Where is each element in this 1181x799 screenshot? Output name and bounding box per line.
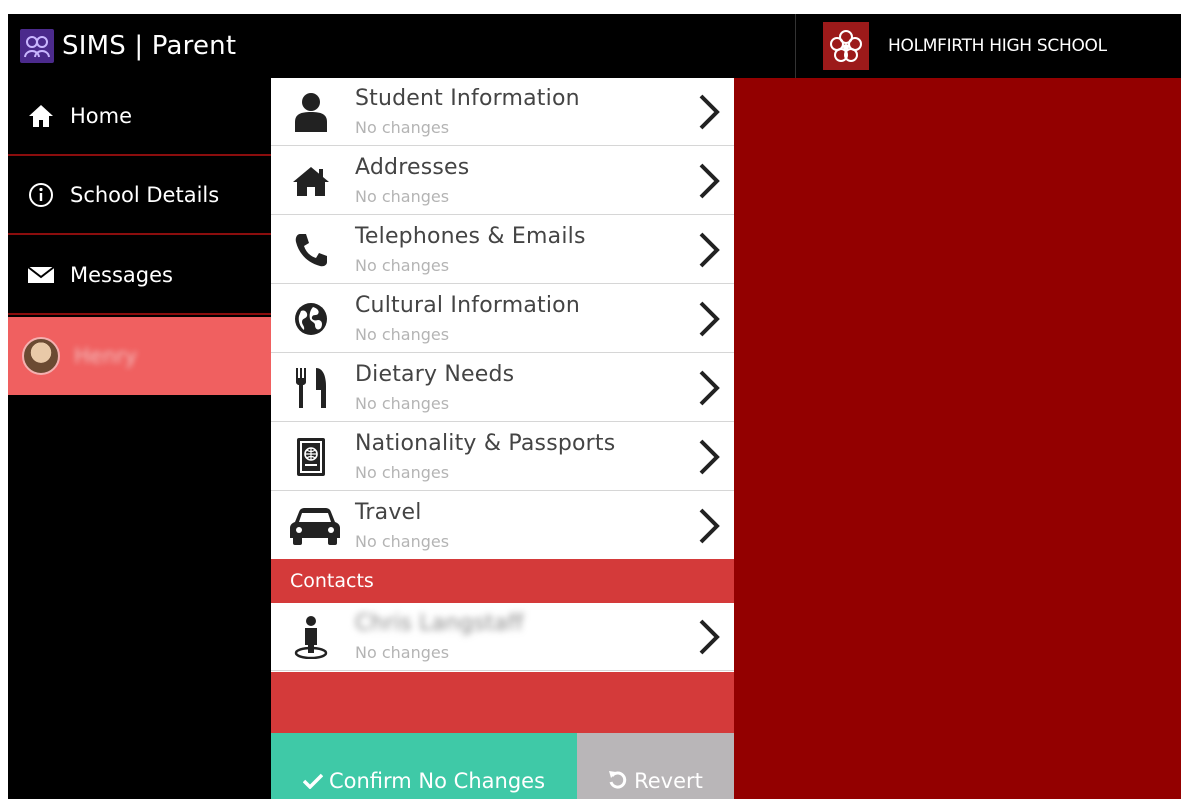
car-icon [289, 506, 341, 546]
chevron-right-icon [699, 94, 720, 130]
item-status: No changes [355, 394, 450, 413]
contacts-footer-band [271, 672, 734, 733]
content-area [734, 78, 1181, 799]
passport-icon [291, 437, 331, 477]
envelope-icon [26, 260, 56, 290]
person-icon [291, 92, 331, 132]
app-frame: SIMS | Parent HOLMFIRTH HIGH SCHOOL Home… [8, 14, 1181, 799]
item-status: No changes [355, 532, 450, 551]
item-status: No changes [355, 643, 450, 662]
chevron-right-icon [699, 619, 720, 655]
contact-name: Chris Langstaff [355, 611, 524, 636]
list-item-telephones-emails[interactable]: Telephones & Emails No changes [271, 216, 734, 284]
info-icon [26, 180, 56, 210]
sims-logo-icon [20, 29, 54, 63]
sidebar-item-label: School Details [70, 183, 220, 207]
chevron-right-icon [699, 163, 720, 199]
header-divider [795, 14, 796, 78]
sidebar-item-label: Home [70, 104, 133, 128]
undo-icon [609, 771, 627, 789]
school-name: HOLMFIRTH HIGH SCHOOL [888, 36, 1107, 56]
sidebar-item-messages[interactable]: Messages [8, 237, 271, 315]
app-title: SIMS | Parent [62, 31, 237, 61]
chevron-right-icon [699, 370, 720, 406]
chevron-right-icon [699, 439, 720, 475]
item-status: No changes [355, 187, 450, 206]
school-crest-icon [823, 22, 869, 70]
check-icon [302, 773, 323, 789]
list-item-cultural-information[interactable]: Cultural Information No changes [271, 285, 734, 353]
cutlery-icon [291, 368, 331, 408]
contacts-heading: Contacts [271, 559, 734, 603]
item-title: Telephones & Emails [355, 224, 586, 249]
item-title: Addresses [355, 155, 470, 180]
confirm-label: Confirm No Changes [328, 769, 546, 793]
item-title: Nationality & Passports [355, 431, 616, 456]
revert-label: Revert [634, 769, 703, 793]
student-name: Henry [74, 344, 138, 368]
sidebar-item-student[interactable]: Henry [8, 317, 271, 395]
house-icon [291, 161, 331, 201]
globe-icon [291, 299, 331, 339]
details-panel: Student Information No changes Addresses… [271, 78, 734, 799]
item-title: Dietary Needs [355, 362, 515, 387]
avatar [22, 337, 60, 375]
list-item-travel[interactable]: Travel No changes [271, 492, 734, 560]
item-status: No changes [355, 256, 450, 275]
chevron-right-icon [699, 301, 720, 337]
list-item-student-information[interactable]: Student Information No changes [271, 78, 734, 146]
list-item-addresses[interactable]: Addresses No changes [271, 147, 734, 215]
sidebar-item-home[interactable]: Home [8, 78, 271, 156]
chevron-right-icon [699, 508, 720, 544]
sidebar-item-label: Messages [70, 263, 173, 287]
item-status: No changes [355, 118, 450, 137]
sidebar: Home School Details Messages Henry [8, 78, 271, 799]
top-bar: SIMS | Parent HOLMFIRTH HIGH SCHOOL [8, 14, 1181, 78]
list-item-dietary-needs[interactable]: Dietary Needs No changes [271, 354, 734, 422]
confirm-no-changes-button[interactable]: Confirm No Changes [271, 733, 577, 799]
item-title: Travel [355, 500, 422, 525]
item-title: Student Information [355, 86, 580, 111]
contact-person-icon [291, 616, 331, 659]
sidebar-item-school-details[interactable]: School Details [8, 157, 271, 235]
list-item-nationality-passports[interactable]: Nationality & Passports No changes [271, 423, 734, 491]
phone-icon [291, 230, 331, 270]
list-item-contact[interactable]: Chris Langstaff No changes [271, 603, 734, 671]
brand[interactable]: SIMS | Parent [20, 29, 236, 63]
home-icon [26, 101, 56, 131]
chevron-right-icon [699, 232, 720, 268]
item-status: No changes [355, 325, 450, 344]
item-status: No changes [355, 463, 450, 482]
item-title: Cultural Information [355, 293, 580, 318]
revert-button[interactable]: Revert [577, 733, 734, 799]
